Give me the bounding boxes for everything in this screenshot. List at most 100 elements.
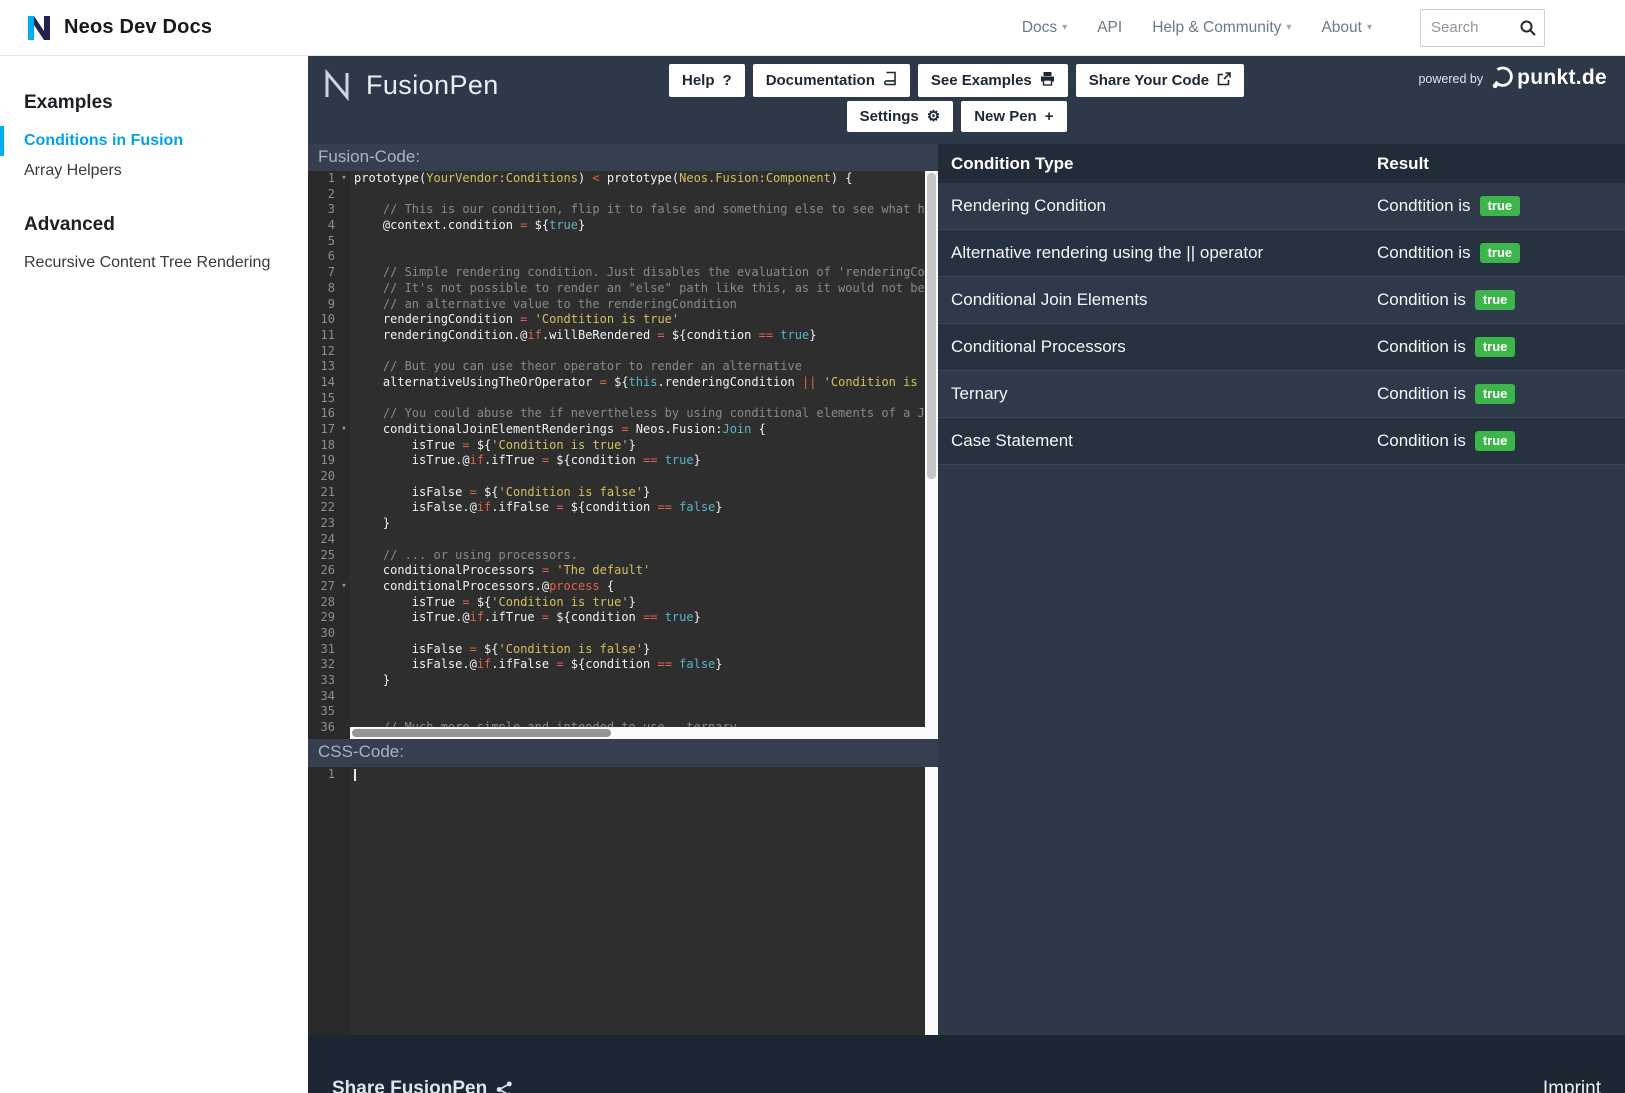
- fold-marker-icon[interactable]: ▾: [338, 171, 350, 187]
- chevron-down-icon: ▾: [1367, 22, 1372, 33]
- line-number: 28: [308, 595, 338, 611]
- code-line: 14 alternativeUsingTheOrOperator = ${thi…: [308, 375, 938, 391]
- sidebar-item-conditions-in-fusion[interactable]: Conditions in Fusion: [0, 126, 308, 156]
- code-line: 13 // But you can use theor operator to …: [308, 359, 938, 375]
- code-line: 22 isFalse.@if.ifFalse = ${condition == …: [308, 500, 938, 516]
- nav-item-about[interactable]: About ▾: [1321, 19, 1372, 37]
- fold-marker-icon[interactable]: ▾: [338, 422, 350, 438]
- code-line: 20: [308, 469, 938, 485]
- code-line: 29 isTrue.@if.ifTrue = ${condition == tr…: [308, 610, 938, 626]
- button-label: See Examples: [931, 72, 1032, 89]
- punktde-mark-icon: [1491, 66, 1513, 90]
- vertical-scrollbar[interactable]: [925, 767, 938, 1035]
- result-cell: Condtition is true: [1377, 196, 1625, 216]
- sidebar-item-array-helpers[interactable]: Array Helpers: [0, 156, 308, 186]
- nav-item-api[interactable]: API: [1097, 19, 1122, 37]
- code-text: // ... or using processors.: [350, 548, 578, 564]
- chevron-down-icon: ▾: [1286, 22, 1291, 33]
- result-cell: Condition is true: [1377, 337, 1625, 357]
- line-number: 33: [308, 673, 338, 689]
- powered-by-label: powered by: [1418, 72, 1483, 90]
- scrollbar-thumb[interactable]: [927, 173, 936, 479]
- line-number: 8: [308, 281, 338, 297]
- fold-marker-icon: [338, 391, 350, 407]
- scrollbar-thumb[interactable]: [352, 729, 611, 737]
- horizontal-scrollbar[interactable]: [350, 727, 925, 739]
- condition-type-cell: Case Statement: [938, 431, 1377, 451]
- result-row: Conditional ProcessorsCondition istrue: [938, 324, 1625, 371]
- nav-label: Docs: [1022, 19, 1057, 37]
- css-code-editor[interactable]: 1: [308, 767, 938, 1035]
- result-cell: Condition istrue: [1377, 384, 1625, 404]
- code-line: 18 isTrue = ${'Condition is true'}: [308, 438, 938, 454]
- brand[interactable]: Neos Dev Docs: [24, 13, 212, 43]
- status-badge: true: [1475, 337, 1516, 357]
- fold-marker-icon: [338, 406, 350, 422]
- button-label: Documentation: [766, 72, 875, 89]
- line-number: 9: [308, 297, 338, 313]
- code-text: [350, 344, 354, 360]
- result-text: Condtition is: [1377, 196, 1471, 216]
- status-badge: true: [1480, 196, 1521, 216]
- vertical-scrollbar[interactable]: [925, 171, 938, 727]
- code-line: 7 // Simple rendering condition. Just di…: [308, 265, 938, 281]
- fold-marker-icon: [338, 532, 350, 548]
- nav-item-docs[interactable]: Docs ▾: [1022, 19, 1067, 37]
- line-number: 7: [308, 265, 338, 281]
- question-mark-icon: ?: [723, 73, 732, 88]
- line-number: 13: [308, 359, 338, 375]
- top-nav: Docs ▾ API Help & Community ▾ About ▾: [1022, 9, 1545, 47]
- code-line: 2: [308, 187, 938, 203]
- powered-by: powered by punkt.de: [1418, 66, 1607, 90]
- code-line: 27▾ conditionalProcessors.@process {: [308, 579, 938, 595]
- sidebar: Examples Conditions in Fusion Array Help…: [0, 56, 308, 1093]
- code-text: isFalse.@if.ifFalse = ${condition == fal…: [350, 500, 723, 516]
- external-link-icon: [1217, 72, 1231, 90]
- code-line: 34: [308, 689, 938, 705]
- line-number: 18: [308, 438, 338, 454]
- code-text: conditionalProcessors.@process {: [350, 579, 614, 595]
- search-icon[interactable]: [1519, 19, 1537, 42]
- code-line: 35: [308, 704, 938, 720]
- result-pane: Condition Type Result Rendering Conditio…: [938, 144, 1625, 1035]
- code-text: // But you can use theor operator to ren…: [350, 359, 802, 375]
- fusion-code-editor[interactable]: 1▾prototype(YourVendor:Conditions) < pro…: [308, 171, 938, 739]
- status-badge: true: [1475, 290, 1516, 310]
- settings-button[interactable]: Settings ⚙: [847, 101, 954, 132]
- fold-marker-icon[interactable]: ▾: [338, 579, 350, 595]
- sidebar-heading: Examples: [0, 92, 308, 114]
- nav-item-help-community[interactable]: Help & Community ▾: [1152, 19, 1291, 37]
- line-number: 4: [308, 218, 338, 234]
- share-your-code-button[interactable]: Share Your Code: [1076, 64, 1244, 97]
- fold-marker-icon: [338, 610, 350, 626]
- punktde-logo[interactable]: punkt.de: [1491, 66, 1607, 90]
- result-row: TernaryCondition istrue: [938, 371, 1625, 418]
- imprint-link[interactable]: Imprint: [1543, 1078, 1601, 1093]
- code-text: }: [350, 673, 390, 689]
- see-examples-button[interactable]: See Examples: [918, 64, 1068, 97]
- new-pen-button[interactable]: New Pen +: [961, 101, 1066, 132]
- code-text: [350, 469, 354, 485]
- code-line: 25 // ... or using processors.: [308, 548, 938, 564]
- line-number: 21: [308, 485, 338, 501]
- code-text: [350, 626, 354, 642]
- column-header-condition-type: Condition Type: [938, 154, 1377, 174]
- button-label: Settings: [860, 108, 919, 125]
- code-text: // an alternative value to the rendering…: [350, 297, 737, 313]
- fusionpen-header: FusionPen Help ? Documentation S: [308, 56, 1625, 144]
- documentation-button[interactable]: Documentation: [753, 64, 910, 97]
- text-cursor: [354, 769, 356, 781]
- line-number: 36: [308, 720, 338, 736]
- result-text: Condition is: [1377, 337, 1466, 357]
- fold-marker-icon: [338, 595, 350, 611]
- code-line: 12: [308, 344, 938, 360]
- share-fusionpen-link[interactable]: Share FusionPen: [332, 1078, 513, 1093]
- code-line: 23 }: [308, 516, 938, 532]
- help-button[interactable]: Help ?: [669, 64, 745, 97]
- code-line: 15: [308, 391, 938, 407]
- fold-marker-icon: [338, 202, 350, 218]
- sidebar-item-recursive-content-tree-rendering[interactable]: Recursive Content Tree Rendering: [0, 248, 308, 278]
- code-text: // It's not possible to render an "else"…: [350, 281, 938, 297]
- code-text: isFalse = ${'Condition is false'}: [350, 642, 650, 658]
- status-badge: true: [1475, 384, 1516, 404]
